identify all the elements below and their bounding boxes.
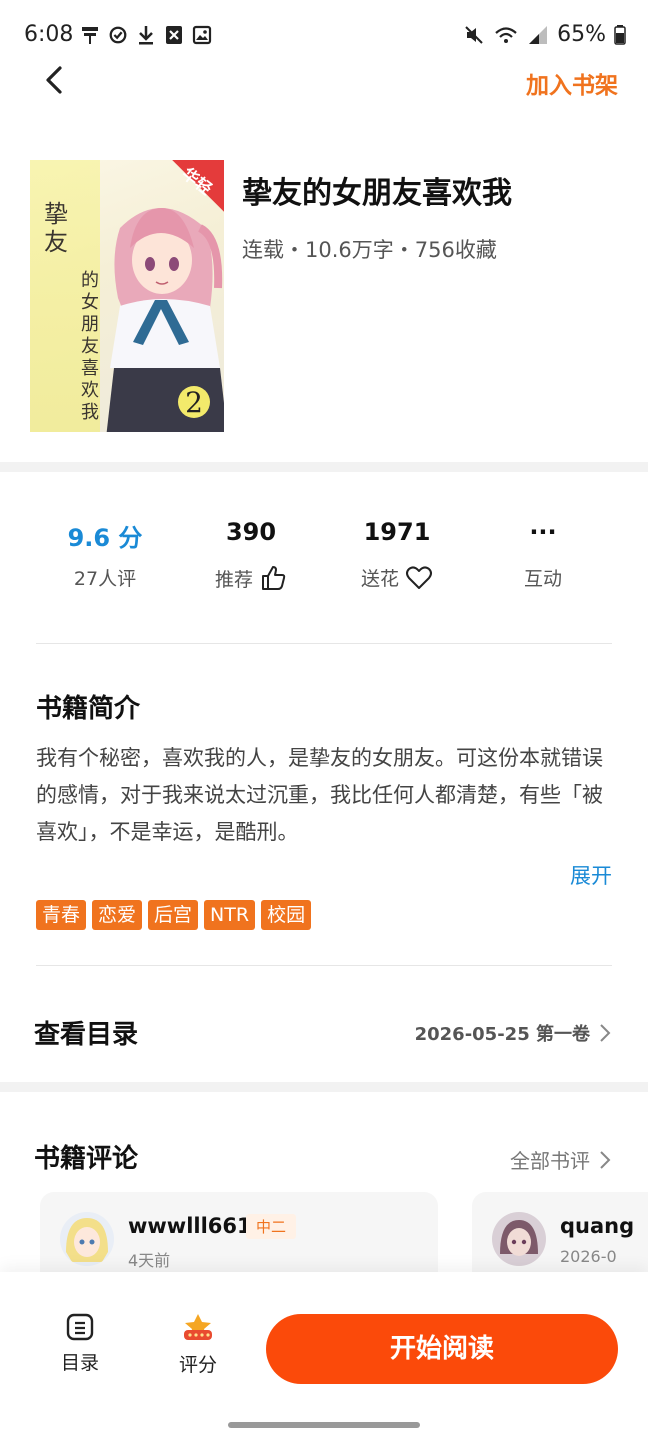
toc-label: 目录 [60,1352,99,1374]
flower-label: 送花 [360,568,399,590]
back-arrow-icon [46,66,62,94]
sync-icon [109,26,127,44]
review-time: 4天前 [128,1251,171,1270]
battery-text: 65% [557,22,606,47]
system-icons: 65% [463,22,626,47]
tag[interactable]: NTR [204,900,256,930]
download-icon [139,26,153,45]
interact-label: 互动 [523,568,562,590]
recommend-stat[interactable]: 390 推荐 [186,518,316,592]
battery-icon [614,24,626,45]
book-title: 挚友的女朋友喜欢我 [242,176,512,211]
tag-list: 青春 恋爱 后宫 NTR 校园 [36,900,312,930]
rating-stat[interactable]: 9.6 分 27人评 [40,518,170,591]
list-icon [66,1313,94,1341]
cover-subtitle: 的女朋友喜欢我 [81,270,99,423]
all-reviews-link[interactable]: 全部书评 [510,1145,612,1174]
image-icon [192,25,212,45]
avatar [492,1212,546,1266]
notification-icons [80,24,212,46]
divider [36,643,612,644]
all-reviews-label: 全部书评 [510,1149,590,1173]
rate-label: 评分 [178,1354,217,1376]
reviewer-name: quang [560,1214,635,1238]
tag[interactable]: 后宫 [148,900,199,930]
intro-text: 我有个秘密，喜欢我的人，是挚友的女朋友。可这份本就错误的感情，对于我来说太过沉重… [36,746,603,844]
mute-icon [465,25,483,44]
crown-rating-icon [184,1314,212,1340]
interact-stat[interactable]: ··· 互动 [478,518,608,591]
book-meta: 连载・10.6万字・756收藏 [242,238,497,262]
file-error-icon [166,26,182,44]
catalog-latest-text: 2026-05-25 第一卷 [414,1024,590,1045]
expand-link[interactable]: 展开 [570,860,612,890]
recommend-label: 推荐 [214,568,253,591]
reviewer-badge: 中二 [246,1214,297,1239]
cover-volume-number: 2 [185,386,203,419]
avatar [60,1212,114,1266]
home-indicator[interactable] [228,1422,420,1428]
rating-count: 27人评 [73,568,137,590]
section-divider [0,1082,648,1092]
chevron-right-icon [600,1150,611,1169]
flower-stat[interactable]: 1971 送花 [332,518,462,591]
toc-button[interactable]: 目录 [40,1312,120,1375]
divider [36,965,612,966]
cover-title: 挚友 [44,200,68,256]
reviewer-name: wwwlll661 [128,1214,252,1238]
recommend-count: 390 [225,518,277,546]
thumbs-up-icon [262,566,286,590]
status-bar: 6:08 65% [0,0,648,72]
back-button[interactable] [36,60,76,100]
section-divider [0,462,648,472]
intro-title: 书籍简介 [36,694,141,724]
status-time: 6:08 [24,22,74,47]
cover-volume-badge: 2 [178,386,210,419]
tag[interactable]: 青春 [36,900,87,930]
reviews-title: 书籍评论 [34,1144,139,1174]
tag[interactable]: 恋爱 [92,900,143,930]
flower-count: 1971 [363,518,431,546]
add-to-shelf-button[interactable]: 加入书架 [526,66,618,100]
rate-button[interactable]: 评分 [158,1312,238,1377]
more-icon: ··· [529,518,557,546]
tag[interactable]: 校园 [261,900,312,930]
bottom-bar: 目录 评分 开始阅读 [0,1272,648,1440]
catalog-title[interactable]: 查看目录 [34,1014,138,1051]
heart-icon [406,565,432,589]
wifi-icon [495,26,517,43]
signal-icon [529,25,548,44]
rating-score: 9.6 分 [67,524,143,552]
pin-icon [82,27,98,44]
start-reading-button[interactable]: 开始阅读 [266,1314,618,1384]
chevron-right-icon [600,1024,611,1042]
catalog-latest[interactable]: 2026-05-25 第一卷 [415,1020,612,1046]
review-time: 2026-0 [560,1247,617,1266]
